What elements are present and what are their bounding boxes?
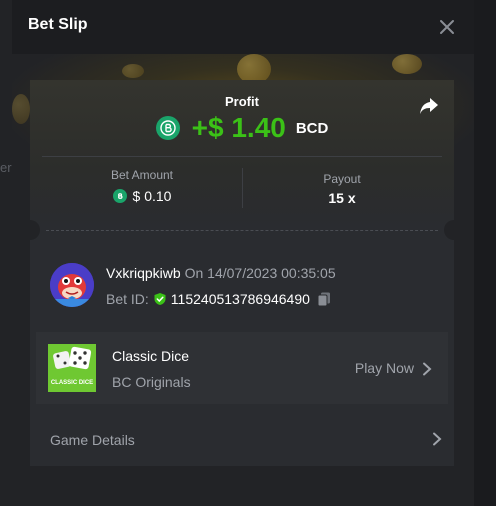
coin-decoration [392,54,422,74]
bet-amount-label: Bet Amount [110,168,174,182]
share-icon[interactable] [418,96,440,116]
bet-amount-text: $ 0.10 [132,188,172,204]
classic-dice-thumbnail: CLASSIC DICE [48,344,96,392]
bet-id-value: 115240513786946490 [170,291,310,307]
payout-label: Payout [323,172,361,186]
bc-coin-icon [155,116,180,140]
profit-amount: +$ 1.40 [191,112,286,143]
thumbnail-label: CLASSIC DICE [50,380,94,386]
section-divider [42,156,442,157]
play-now-link[interactable]: Play Now [355,360,414,376]
profit-currency: BCD [295,119,329,137]
bet-date: On 14/07/2023 00:35:05 [184,265,336,281]
profit-row: +$ 1.40 BCD [30,112,454,144]
game-details-label: Game Details [50,432,135,448]
close-icon[interactable] [434,14,460,40]
username[interactable]: Vxkriqpkiwb [106,265,181,281]
bet-card: Profit +$ 1.40 BCD Bet Amount $ 0.10 Pay… [30,80,454,466]
bet-user-line: Vxkriqpkiwb On 14/07/2023 00:35:05 [106,265,336,281]
payout-value: 15 x [328,190,356,206]
game-details-row[interactable]: Game Details [30,420,454,460]
bet-id-line: Bet ID: 115240513786946490 [106,291,332,307]
game-name: Classic Dice [112,348,190,364]
bet-id-label: Bet ID: [106,291,149,307]
game-row[interactable]: CLASSIC DICE Classic Dice BC Originals P… [36,332,448,404]
chevron-right-icon [423,362,432,376]
chevron-right-icon [433,432,442,446]
backdrop-left: er [0,0,12,506]
user-avatar[interactable] [50,263,94,307]
game-provider: BC Originals [112,374,191,390]
modal-header: Bet Slip [12,0,474,54]
copy-icon[interactable] [316,291,332,307]
profit-label: Profit [225,94,259,109]
coin-decoration [12,94,30,124]
shield-check-icon [154,293,166,305]
coin-decoration [122,64,144,78]
bc-coin-icon [112,189,127,203]
modal-title: Bet Slip [28,16,88,33]
bet-amount-value: $ 0.10 [42,188,242,204]
backdrop-right [474,0,496,506]
ticket-notch-right [444,220,454,240]
ticket-dashed-line [46,230,438,231]
bet-slip-modal: Bet Slip Profit +$ 1.40 BCD Bet Amount $… [12,0,474,506]
backdrop-text-fragment: er [0,160,12,175]
